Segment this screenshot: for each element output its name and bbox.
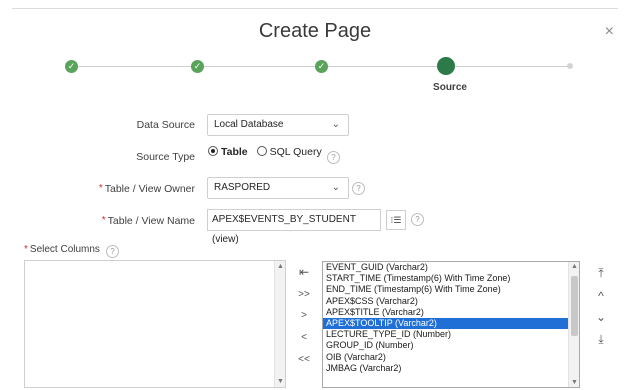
scroll-down-icon[interactable]: ▼ (275, 378, 286, 385)
move-all-button[interactable]: >> (294, 287, 314, 303)
wizard-step-1-check-icon: ✓ (65, 60, 78, 73)
close-icon[interactable]: × (605, 23, 614, 41)
list-of-values-icon[interactable]: ⁝☰ (386, 210, 406, 230)
required-marker: * (98, 183, 103, 194)
select-columns-label: * Select Columns (24, 244, 100, 255)
list-item-selected[interactable]: APEX$TOOLTIP (Varchar2) (323, 317, 579, 330)
create-page-dialog: Create Page × ✓ ✓ ✓ Source Data Source L… (0, 0, 630, 390)
list-item[interactable]: LECTURE_TYPE_ID (Number) (323, 329, 579, 340)
wizard-step-2-check-icon: ✓ (191, 60, 204, 73)
owner-help-icon[interactable]: ? (352, 182, 365, 195)
list-item[interactable]: JMBAG (Varchar2) (323, 363, 579, 374)
table-name-label-text: Table / View Name (107, 215, 195, 227)
wizard-future-step (567, 63, 573, 69)
wizard-step-3-check-icon: ✓ (315, 60, 328, 73)
scroll-down-icon[interactable]: ▼ (569, 379, 579, 386)
table-radio[interactable] (208, 146, 218, 156)
selected-scrollbar[interactable]: ▲ ▼ (568, 262, 579, 387)
source-type-help-icon[interactable]: ? (327, 151, 340, 164)
list-item[interactable]: GROUP_ID (Number) (323, 340, 579, 351)
move-bottom-icon[interactable]: ⤓ (591, 331, 611, 347)
select-columns-label-text: Select Columns (29, 244, 100, 255)
dialog-top-border (12, 8, 618, 9)
required-marker: * (24, 244, 28, 255)
scroll-up-icon[interactable]: ▲ (569, 263, 579, 270)
chevron-down-icon: ⌄ (331, 182, 340, 193)
move-up-icon[interactable]: ^ (591, 288, 611, 304)
selected-columns-list[interactable]: EVENT_GUID (Varchar2) START_TIME (Timest… (322, 261, 580, 388)
table-name-help-icon[interactable]: ? (411, 213, 424, 226)
owner-value: RASPORED (214, 182, 271, 193)
wizard-current-step (437, 57, 455, 75)
table-name-input[interactable]: APEX$EVENTS_BY_STUDENT (view) (207, 209, 381, 245)
remove-all-button[interactable]: << (294, 352, 314, 368)
data-source-label: Data Source (136, 119, 195, 131)
owner-label: * Table / View Owner (0, 183, 195, 195)
move-button[interactable]: > (294, 308, 314, 324)
reset-icon[interactable]: ⇤ (294, 264, 314, 280)
select-columns-help-icon[interactable]: ? (106, 245, 119, 258)
list-item[interactable]: OIB (Varchar2) (323, 352, 579, 363)
list-item[interactable]: END_TIME (Timestamp(6) With Time Zone) (323, 284, 579, 295)
available-scrollbar[interactable]: ▲ ▼ (274, 261, 285, 387)
sql-query-radio[interactable] (256, 146, 267, 156)
dialog-title: Create Page (258, 20, 372, 42)
list-item[interactable]: APEX$TITLE (Varchar2) (323, 307, 579, 318)
owner-label-text: Table / View Owner (104, 183, 195, 195)
move-top-icon[interactable]: ⤒ (591, 265, 611, 281)
data-source-select[interactable]: Local Database ⌄ (207, 114, 349, 136)
list-item[interactable]: START_TIME (Timestamp(6) With Time Zone) (323, 273, 579, 284)
owner-select[interactable]: RASPORED ⌄ (207, 177, 349, 199)
move-down-icon[interactable]: ⌄ (591, 309, 611, 325)
wizard-current-label: Source (433, 82, 467, 93)
remove-button[interactable]: < (294, 330, 314, 346)
source-type-radio-group: Table SQL Query (208, 146, 328, 158)
table-name-label: * Table / View Name (0, 215, 195, 227)
data-source-value: Local Database (214, 119, 284, 130)
sql-query-radio-label[interactable]: SQL Query (270, 146, 322, 158)
scroll-thumb[interactable] (571, 276, 578, 336)
chevron-down-icon: ⌄ (331, 119, 340, 130)
scroll-up-icon[interactable]: ▲ (275, 263, 286, 270)
list-item[interactable]: APEX$CSS (Varchar2) (323, 296, 579, 307)
required-marker: * (101, 215, 106, 226)
source-type-label: Source Type (136, 151, 195, 163)
table-radio-label[interactable]: Table (221, 146, 248, 158)
available-columns-list[interactable]: ▲ ▼ (24, 260, 286, 388)
list-item[interactable]: EVENT_GUID (Varchar2) (323, 262, 579, 273)
